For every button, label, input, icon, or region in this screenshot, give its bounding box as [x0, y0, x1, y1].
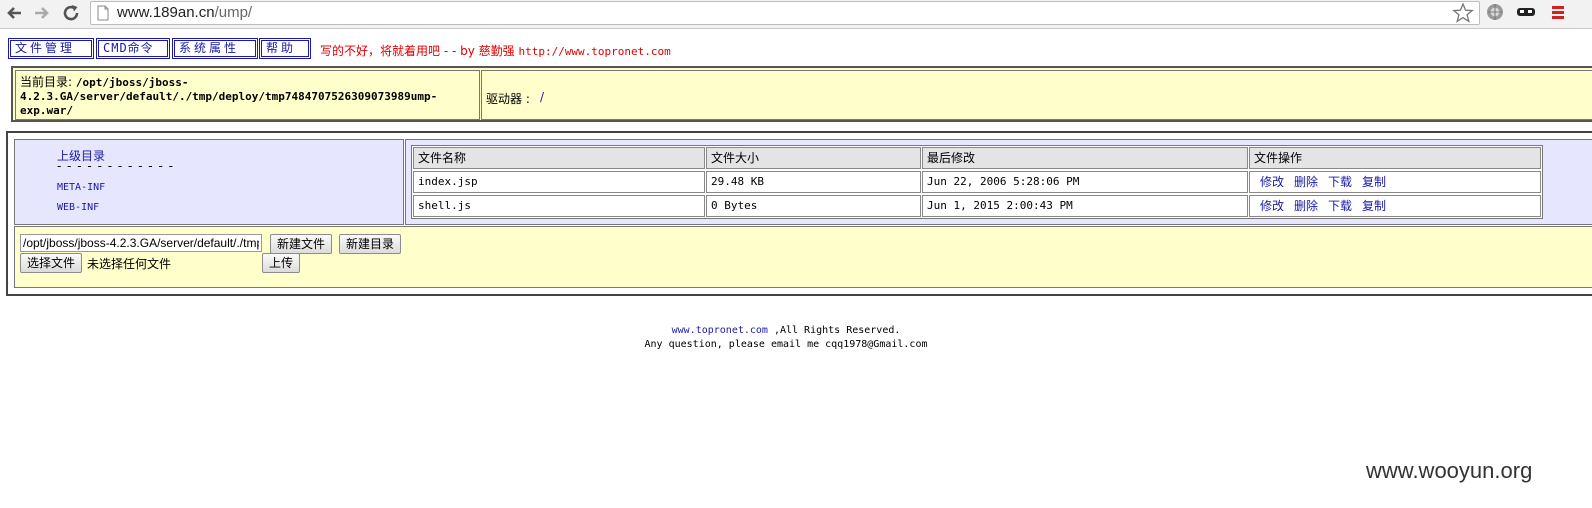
- file-modified: Jun 1, 2015 2:00:43 PM: [922, 195, 1248, 217]
- drive-label: 驱动器 :: [486, 92, 530, 106]
- new-file-button[interactable]: 新建文件: [270, 234, 332, 254]
- tree-separator: - - - - - - - - - - - -: [57, 159, 174, 173]
- current-directory-cell: 当前目录: /opt/jboss/jboss-4.2.3.GA/server/d…: [15, 70, 480, 120]
- footer: www.topronet.com ,All Rights Reserved. A…: [0, 324, 1572, 352]
- upload-area: 新建文件 新建目录 选择文件 未选择任何文件 上传: [14, 226, 1592, 288]
- dir-link-web-inf[interactable]: WEB-INF: [57, 202, 99, 213]
- footer-contact: Any question, please email me cqq1978@Gm…: [644, 339, 928, 350]
- current-directory-label: 当前目录:: [20, 75, 76, 89]
- path-input[interactable]: [20, 234, 262, 252]
- table-header-row: 文件名称 文件大小 最后修改 文件操作: [412, 146, 1542, 170]
- current-directory-path: /opt/jboss/jboss-4.2.3.GA/server/default…: [20, 76, 438, 117]
- star-icon[interactable]: [1452, 2, 1474, 24]
- author-banner: 写的不好，将就着用吧 - - by 慈勤强 http://www.toprone…: [320, 42, 671, 59]
- file-size: 0 Bytes: [706, 195, 921, 217]
- drive-cell: 驱动器 : /: [481, 70, 1592, 120]
- reload-icon[interactable]: [60, 2, 82, 24]
- url-host: www.189an.cn: [117, 4, 215, 21]
- watermark-text: www.wooyun.org: [1366, 458, 1533, 483]
- footer-rights-line: www.topronet.com ,All Rights Reserved.: [0, 324, 1572, 338]
- directory-tree: 上级目录 - - - - - - - - - - - - META-INF WE…: [14, 139, 404, 225]
- globe-extension-icon[interactable]: [1486, 3, 1504, 21]
- address-bar[interactable]: www.189an.cn/ump/: [90, 1, 1480, 25]
- banner-url[interactable]: http://www.topronet.com: [518, 45, 670, 58]
- current-directory-panel: 当前目录: /opt/jboss/jboss-4.2.3.GA/server/d…: [11, 66, 1592, 122]
- new-directory-button[interactable]: 新建目录: [339, 234, 401, 254]
- nav-file-manage[interactable]: 文件管理: [8, 38, 94, 59]
- copy-link[interactable]: 复制: [1362, 175, 1386, 189]
- drive-root-link[interactable]: /: [540, 90, 544, 104]
- footer-rights: ,All Rights Reserved.: [767, 325, 901, 336]
- download-link[interactable]: 下载: [1328, 199, 1352, 213]
- delete-link[interactable]: 删除: [1294, 175, 1318, 189]
- file-operations: 修改 删除 下载 复制: [1249, 195, 1541, 217]
- dir-link-meta-inf[interactable]: META-INF: [57, 182, 105, 193]
- file-table: 文件名称 文件大小 最后修改 文件操作 index.jsp 29.48 KB J…: [411, 145, 1543, 219]
- file-operations: 修改 删除 下载 复制: [1249, 171, 1541, 193]
- file-size: 29.48 KB: [706, 171, 921, 193]
- file-name: shell.js: [413, 195, 705, 217]
- file-name: index.jsp: [413, 171, 705, 193]
- nav-cmd[interactable]: CMD命令: [96, 38, 170, 59]
- nav-system-properties[interactable]: 系统属性: [172, 38, 258, 59]
- browser-toolbar: www.189an.cn/ump/: [0, 0, 1592, 29]
- banner-text: 写的不好，将就着用吧 - - by 慈勤强: [320, 44, 519, 58]
- header-file-operations: 文件操作: [1249, 147, 1541, 169]
- choose-file-button[interactable]: 选择文件: [20, 253, 82, 273]
- back-icon[interactable]: [4, 2, 26, 24]
- upload-button[interactable]: 上传: [262, 253, 300, 273]
- header-last-modified: 最后修改: [922, 147, 1248, 169]
- url-path: /ump/: [214, 4, 253, 21]
- edit-link[interactable]: 修改: [1260, 199, 1284, 213]
- file-modified: Jun 22, 2006 5:28:06 PM: [922, 171, 1248, 193]
- download-link[interactable]: 下载: [1328, 175, 1352, 189]
- table-row: index.jsp 29.48 KB Jun 22, 2006 5:28:06 …: [412, 170, 1542, 194]
- url-text[interactable]: www.189an.cn/ump/: [117, 2, 252, 24]
- edit-link[interactable]: 修改: [1260, 175, 1284, 189]
- file-browser-panel: 上级目录 - - - - - - - - - - - - META-INF WE…: [6, 131, 1592, 296]
- delete-link[interactable]: 删除: [1294, 199, 1318, 213]
- footer-site-link[interactable]: www.topronet.com: [672, 325, 768, 336]
- file-list-cell: 文件名称 文件大小 最后修改 文件操作 index.jsp 29.48 KB J…: [405, 139, 1592, 225]
- no-file-selected-text: 未选择任何文件: [87, 257, 172, 271]
- menu-icon[interactable]: [1550, 4, 1566, 20]
- page-icon: [97, 5, 109, 21]
- nav-help[interactable]: 帮助: [259, 38, 311, 59]
- mask-extension-icon[interactable]: [1516, 3, 1536, 21]
- table-row: shell.js 0 Bytes Jun 1, 2015 2:00:43 PM …: [412, 194, 1542, 218]
- forward-icon[interactable]: [30, 2, 52, 24]
- header-file-size: 文件大小: [706, 147, 921, 169]
- copy-link[interactable]: 复制: [1362, 199, 1386, 213]
- header-file-name: 文件名称: [413, 147, 705, 169]
